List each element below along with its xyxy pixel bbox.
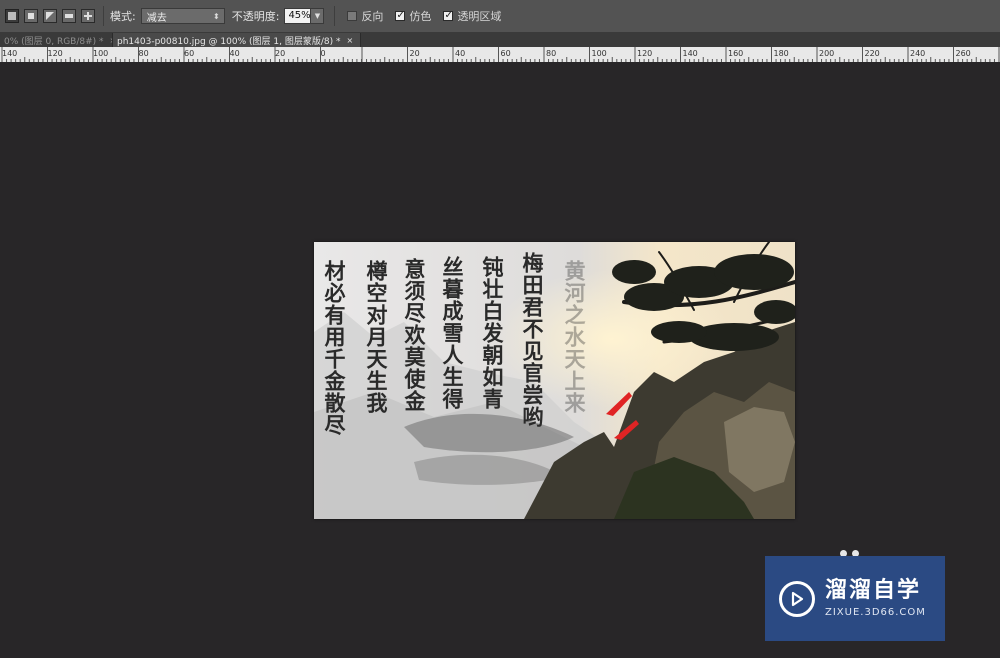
dither-label: 仿色	[409, 10, 432, 23]
ruler-label: 40	[230, 49, 240, 58]
intersect-selection-icon[interactable]	[62, 9, 76, 23]
calligraphy-column: 意须尽欢莫使金	[402, 258, 427, 412]
tab-layer0[interactable]: 0% (图层 0, RGB/8#) * ×	[0, 33, 113, 47]
checkmark-icon[interactable]: ✓	[443, 11, 454, 21]
divider	[103, 6, 104, 26]
ruler-label: 180	[774, 49, 789, 58]
options-bar: 模式: 减去 ⬍ 不透明度: 45% ▼ 反向 ✓ 仿色 ✓ 透明区域	[0, 0, 1000, 33]
ruler-label: 160	[728, 49, 743, 58]
mode-value: 减去	[146, 12, 167, 24]
calligraphy-column: 钝壮白发朝如青	[480, 256, 505, 410]
ruler-label: 20	[275, 49, 285, 58]
ruler-label: 100	[93, 49, 108, 58]
grid-selection-icon[interactable]	[81, 9, 95, 23]
faded-calligraphy-column: 黄河之水天上来	[562, 260, 587, 414]
mode-select[interactable]: 减去 ⬍	[140, 8, 225, 24]
tab-bar-empty	[361, 33, 1000, 47]
ruler-ticks: 140 120 100 80 60 40 20 0 20 40 60 80 100 120 140 160 18…	[1, 47, 1000, 62]
watermark-text: 溜溜自学 ZIXUE.3D66.COM	[825, 577, 926, 619]
document-canvas[interactable]: 梅田君不见官尝哟 钝壮白发朝如青 丝暮成雪人生得 意须尽欢莫使金 樽空对月天生我…	[314, 242, 795, 519]
transparency-label: 透明区域	[457, 10, 502, 23]
document-tab-bar: 0% (图层 0, RGB/8#) * × ph1403-p00810.jpg …	[0, 33, 1000, 47]
watermark-badge: 溜溜自学 ZIXUE.3D66.COM	[765, 556, 945, 641]
ruler-label: 60	[501, 49, 511, 58]
divider	[334, 6, 336, 26]
calligraphy-column: 材必有用千金散尽	[322, 260, 347, 436]
ruler-label: 60	[184, 49, 194, 58]
ruler-label: 80	[139, 49, 149, 58]
tab-title: 0% (图层 0, RGB/8#) *	[4, 36, 104, 47]
subtract-selection-icon[interactable]	[43, 9, 57, 23]
tab-ph1403[interactable]: ph1403-p00810.jpg @ 100% (图层 1, 图层蒙版/8) …	[113, 33, 361, 47]
calligraphy-column: 丝暮成雪人生得	[440, 256, 465, 410]
watermark-brand: 溜溜自学	[825, 577, 922, 603]
play-icon	[779, 580, 815, 617]
watermark-url: ZIXUE.3D66.COM	[825, 607, 926, 619]
ruler-label: 260	[956, 49, 971, 58]
ruler-label: 20	[410, 49, 420, 58]
opacity-label: 不透明度:	[231, 10, 280, 23]
calligraphy-column: 梅田君不见官尝哟	[520, 252, 545, 428]
ruler-label: 220	[865, 49, 880, 58]
close-icon[interactable]: ×	[346, 36, 353, 45]
ruler-label: 0	[321, 49, 326, 58]
reverse-label: 反向	[361, 10, 384, 23]
ruler-label: 120	[48, 49, 63, 58]
ruler-label: 240	[910, 49, 925, 58]
checkbox-box[interactable]	[347, 11, 358, 21]
ruler-label: 80	[546, 49, 556, 58]
ruler-label: 200	[819, 49, 834, 58]
ruler-label: 140	[683, 49, 698, 58]
add-selection-icon[interactable]	[24, 9, 38, 23]
chevron-down-icon: ▼	[314, 12, 321, 20]
calligraphy-column: 樽空对月天生我	[364, 260, 389, 414]
chevron-updown-icon: ⬍	[213, 11, 220, 21]
horizontal-ruler[interactable]: 140 120 100 80 60 40 20 0 20 40 60 80 100 120 140 160 18…	[0, 47, 1000, 63]
ruler-label: 40	[455, 49, 465, 58]
ruler-label: 140	[2, 49, 17, 58]
new-selection-icon[interactable]	[5, 9, 19, 23]
checkmark-icon[interactable]: ✓	[395, 11, 406, 21]
opacity-input[interactable]: 45%	[284, 8, 312, 24]
transparency-checkbox[interactable]: ✓ 透明区域	[443, 8, 501, 24]
opacity-dropdown-button[interactable]: ▼	[311, 8, 325, 24]
ruler-label: 100	[592, 49, 607, 58]
mode-label: 模式:	[110, 10, 136, 23]
tab-title: ph1403-p00810.jpg @ 100% (图层 1, 图层蒙版/8) …	[117, 36, 341, 47]
ruler-label: 120	[637, 49, 652, 58]
reverse-checkbox[interactable]: 反向	[347, 8, 383, 24]
dither-checkbox[interactable]: ✓ 仿色	[395, 8, 431, 24]
